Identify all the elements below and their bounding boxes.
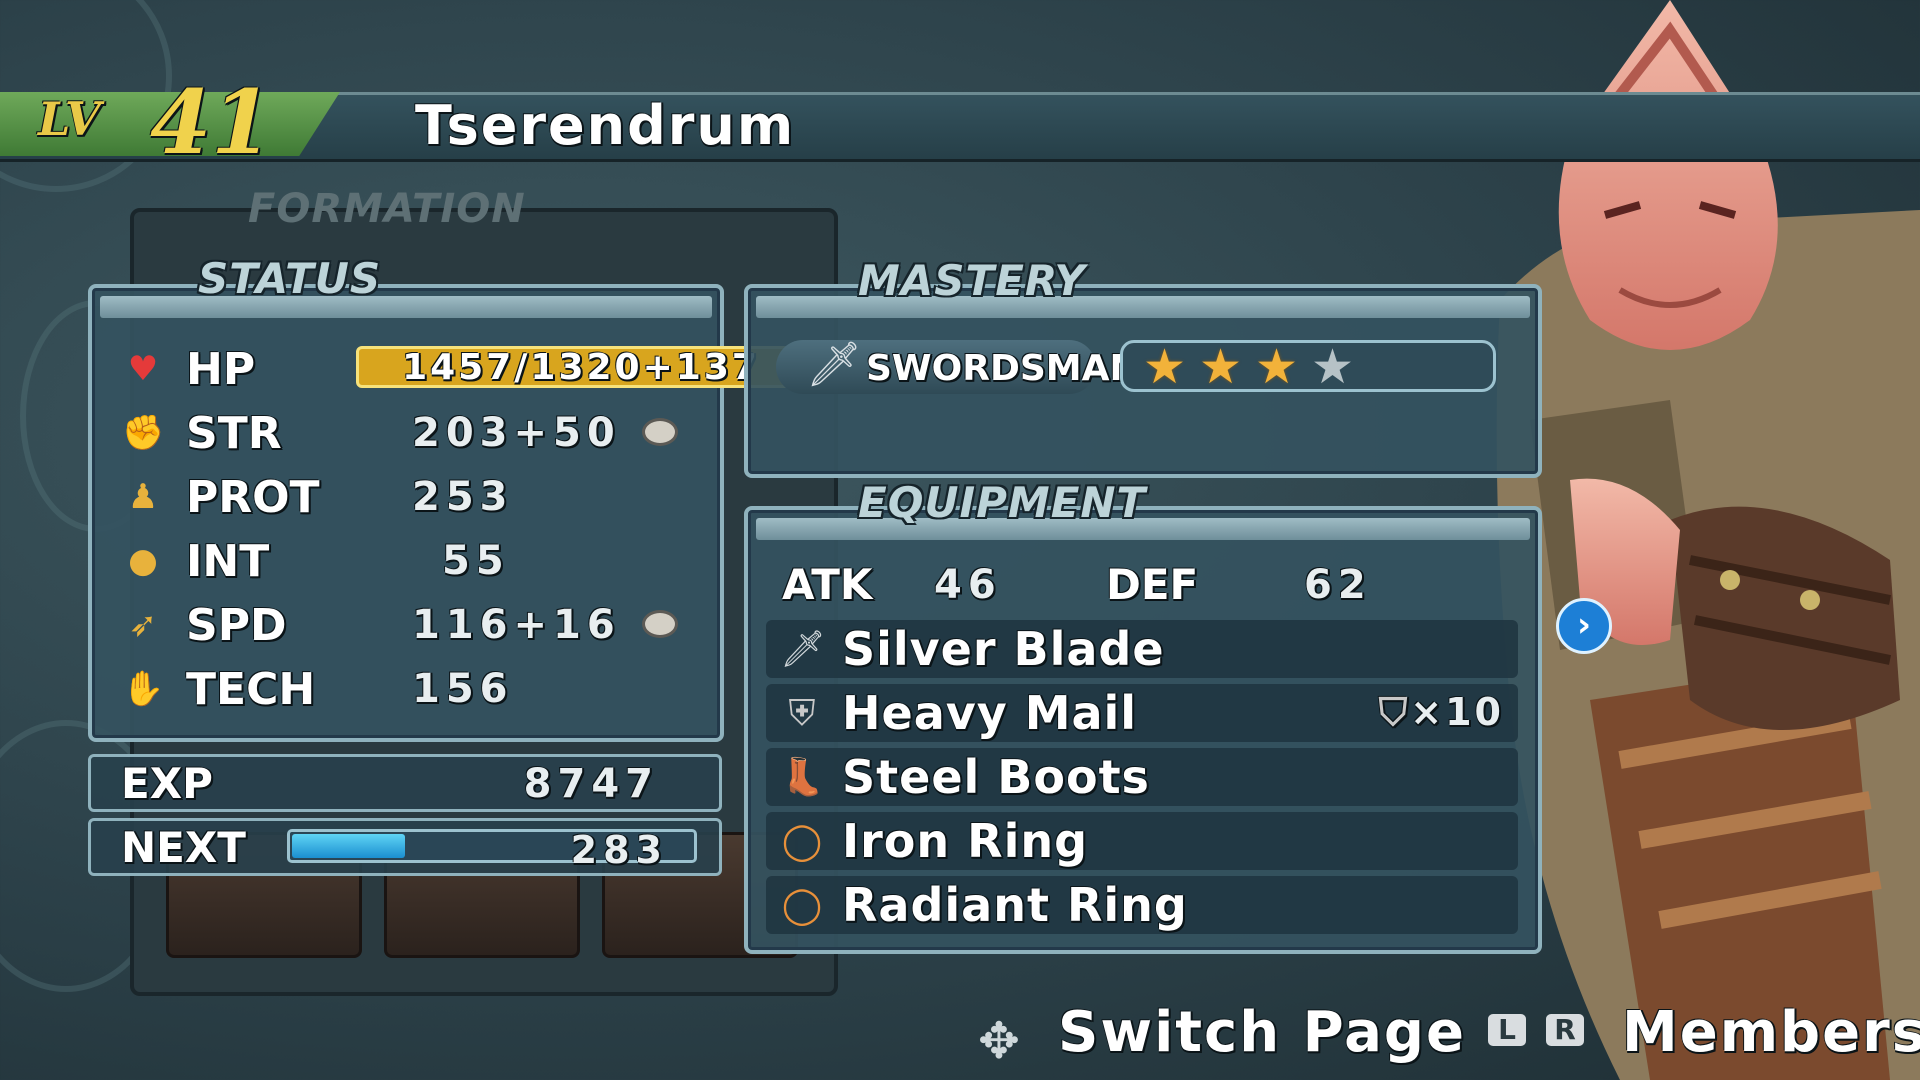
boost-icon <box>642 610 678 638</box>
equipment-name: Silver Blade <box>842 622 1165 676</box>
equipment-slot-accessory-2[interactable]: ◯ Radiant Ring <box>766 876 1518 934</box>
heart-icon: ♥ <box>127 349 159 389</box>
stat-value: 253 <box>412 474 514 520</box>
hand-icon: ✋ <box>122 669 165 709</box>
equipment-bonus-value: ×10 <box>1410 690 1504 734</box>
stat-label: HP <box>186 344 256 395</box>
fist-icon: ✊ <box>122 413 165 453</box>
next-level-progress-bar: 283 <box>287 828 697 872</box>
atk-label: ATK <box>782 560 873 609</box>
exp-box: EXP 8747 <box>88 754 722 812</box>
stat-row-hp: ♥ HP 1457/1320+137 <box>112 340 806 396</box>
stat-label: SPD <box>186 600 287 651</box>
equipment-name: Iron Ring <box>842 814 1089 868</box>
boots-icon: 👢 <box>780 757 825 798</box>
equipment-slot-armor[interactable]: ⛨ Heavy Mail ⛉×10 <box>766 684 1518 742</box>
body-icon: ♟ <box>127 477 159 517</box>
mastery-class-name: SWORDSMAN <box>866 348 1140 389</box>
formation-title: FORMATION <box>248 186 526 232</box>
stat-value: 156 <box>412 666 514 712</box>
armor-icon: ⛨ <box>788 693 816 734</box>
atk-value: 46 <box>934 562 1002 608</box>
stat-row-spd: ➶ SPD 116+16 <box>112 596 712 652</box>
stat-row-prot: ♟ PROT 253 <box>112 468 712 524</box>
stat-label: STR <box>186 408 282 459</box>
equipment-title: EQUIPMENT <box>858 478 1147 527</box>
exp-value: 8747 <box>523 761 659 807</box>
sword-icon: 🗡 <box>780 629 826 670</box>
star-filled-icon: ★ <box>1143 339 1187 395</box>
stat-value: 55 <box>442 538 510 584</box>
running-icon: ➶ <box>128 605 158 645</box>
dpad-icon: ✥ <box>978 1012 1020 1070</box>
head-icon: ● <box>128 541 158 581</box>
switch-page-hint[interactable]: Switch Page <box>1058 1000 1466 1065</box>
stat-row-tech: ✋ TECH 156 <box>112 660 712 716</box>
level-value: 41 <box>150 70 273 174</box>
panel-header-stripe <box>100 296 712 318</box>
shield-icon: ⛉ <box>1378 690 1411 734</box>
next-level-progress-fill <box>292 834 406 858</box>
equipment-name: Radiant Ring <box>842 878 1188 932</box>
stat-label: PROT <box>186 472 320 523</box>
stat-value: 203+50 <box>412 410 621 456</box>
mastery-panel: 🗡 SWORDSMAN ★ ★ ★ ★ <box>744 284 1542 478</box>
stat-value: 116+16 <box>412 602 621 648</box>
star-filled-icon: ★ <box>1255 339 1299 395</box>
hp-bar: 1457/1320+137 <box>356 346 806 388</box>
r-button-icon: R <box>1546 1014 1584 1046</box>
level-label: LV <box>38 92 101 146</box>
mastery-star-rating: ★ ★ ★ ★ <box>1120 339 1496 395</box>
stat-label: INT <box>186 536 270 587</box>
mastery-title: MASTERY <box>858 256 1086 305</box>
next-page-arrow-icon[interactable]: › <box>1556 598 1612 654</box>
ring-icon: ◯ <box>781 885 823 926</box>
exp-label: EXP <box>121 759 213 808</box>
members-hint[interactable]: Members <box>1622 1000 1920 1065</box>
sword-icon: 🗡 <box>806 339 862 390</box>
equipment-slot-boots[interactable]: 👢 Steel Boots <box>766 748 1518 806</box>
stat-row-int: ● INT 55 <box>112 532 712 588</box>
l-button-icon: L <box>1488 1014 1526 1046</box>
def-label: DEF <box>1106 560 1199 609</box>
equipment-slot-accessory-1[interactable]: ◯ Iron Ring <box>766 812 1518 870</box>
equipment-name: Steel Boots <box>842 750 1150 804</box>
ring-icon: ◯ <box>781 821 823 862</box>
stat-label: TECH <box>186 664 316 715</box>
equipment-slot-weapon[interactable]: 🗡 Silver Blade <box>766 620 1518 678</box>
status-panel: ♥ HP 1457/1320+137 ✊ STR 203+50 ♟ PROT 2… <box>88 284 806 742</box>
equipment-name: Heavy Mail <box>842 686 1138 740</box>
star-filled-icon: ★ <box>1199 339 1243 395</box>
stat-row-str: ✊ STR 203+50 <box>112 404 712 460</box>
boost-icon <box>642 418 678 446</box>
next-label: NEXT <box>121 823 246 872</box>
def-value: 62 <box>1304 562 1372 608</box>
next-box: NEXT 283 <box>88 818 722 876</box>
equipment-panel: ATK 46 DEF 62 🗡 Silver Blade ⛨ Heavy Mai… <box>744 506 1542 954</box>
hp-value: 1457/1320+137 <box>402 347 760 388</box>
next-value: 283 <box>570 828 668 872</box>
character-name: Tserendrum <box>415 94 796 157</box>
status-title: STATUS <box>198 254 382 303</box>
equipment-bonus: ⛉×10 <box>1379 690 1504 735</box>
star-empty-icon: ★ <box>1311 339 1355 395</box>
